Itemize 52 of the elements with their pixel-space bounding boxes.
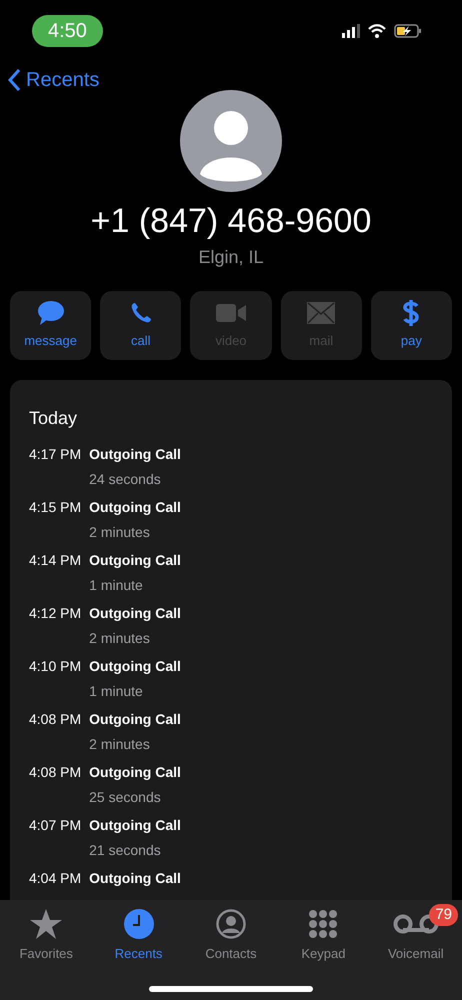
person-circle-icon [216,909,246,939]
tab[interactable]: Contacts [184,908,278,964]
call-time: 4:17 PM [29,444,82,464]
tab[interactable]: Keypad [277,908,370,964]
chevron-left-icon [8,68,22,92]
status-time: 4:50 [32,15,103,47]
call-duration: 2 minutes [89,522,151,542]
call-type: Outgoing Call [89,710,181,729]
action-button[interactable]: call [100,290,182,360]
call-time: 4:12 PM [29,604,82,622]
call-duration: 24 seconds [89,470,162,488]
section-heading: Today [29,406,78,430]
battery-charging-icon [394,24,422,38]
call-type: Outgoing Call [89,762,181,782]
wifi-icon [368,24,386,38]
action-button[interactable]: message [10,290,92,360]
signal-icon [342,24,360,38]
tab[interactable]: Recents [92,908,185,964]
speech-bubble-icon [36,300,65,326]
call-time: 4:08 PM [29,710,82,728]
call-duration: 1 minute [89,576,144,594]
call-type: Outgoing Call [89,816,181,835]
tab[interactable]: Favorites [0,908,92,964]
call-type: Outgoing Call [89,498,181,517]
call-type: Outgoing Call [89,604,181,623]
call-duration: 2 minutes [89,628,151,648]
call-duration: 2 minutes [89,734,151,754]
avatar-icon [180,90,282,192]
call-type: Outgoing Call [89,550,181,570]
call-duration: 21 seconds [89,840,162,860]
envelope-icon [307,302,336,324]
call-type: Outgoing Call [89,868,181,888]
location: Elgin, IL [198,246,264,269]
call-type: Outgoing Call [89,444,181,464]
call-time: 4:07 PM [29,816,82,834]
clock-icon [124,909,154,939]
call-duration: 25 seconds [89,788,162,806]
call-time: 4:04 PM [29,868,82,888]
badge: 79 [429,904,458,926]
keypad-icon [308,909,338,939]
call-type: Outgoing Call [89,656,181,676]
star-icon [30,909,62,939]
back-button[interactable]: Recents [8,66,100,94]
video-camera-icon [216,303,246,324]
call-time: 4:08 PM [29,762,82,782]
dollar-sign-icon [402,299,420,328]
call-time: 4:14 PM [29,550,82,570]
call-time: 4:10 PM [29,656,82,676]
action-button[interactable]: pay [370,290,452,360]
call-time: 4:15 PM [29,498,82,516]
phone-number: +1 (847) 468-9600 [90,201,372,242]
call-duration: 1 minute [89,682,144,700]
